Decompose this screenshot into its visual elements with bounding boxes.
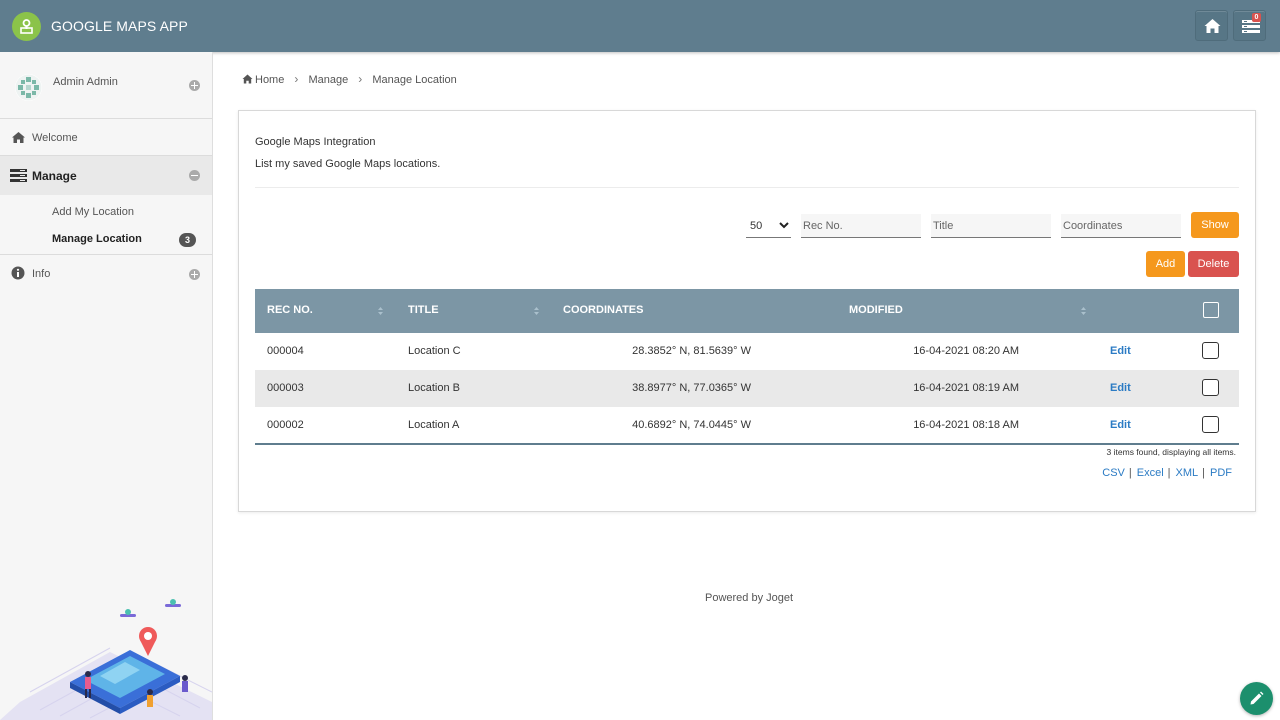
menu-stack-icon	[10, 169, 27, 182]
cell-rec-no: 000004	[267, 345, 304, 357]
sidebar-item-label: Info	[32, 268, 51, 280]
chevron-down-icon	[779, 222, 789, 229]
content-panel: Google Maps Integration List my saved Go…	[238, 110, 1256, 512]
export-excel-link[interactable]: Excel	[1137, 467, 1164, 479]
expand-plus-icon[interactable]	[189, 80, 200, 91]
map-illustration	[0, 599, 212, 720]
cell-modified: 16-04-2021 08:19 AM	[913, 382, 1019, 394]
cell-rec-no: 000003	[267, 382, 304, 394]
export-xml-link[interactable]: XML	[1176, 467, 1199, 479]
row-checkbox[interactable]	[1202, 342, 1219, 359]
chevron-right-icon: ›	[294, 72, 299, 86]
breadcrumb-current: Manage Location	[372, 74, 457, 86]
pencil-icon	[1250, 691, 1264, 705]
page-size-value: 50	[750, 220, 763, 232]
delete-button[interactable]: Delete	[1188, 251, 1239, 277]
row-checkbox[interactable]	[1202, 379, 1219, 396]
separator: |	[1128, 467, 1132, 479]
column-header-modified[interactable]: MODIFIED	[849, 304, 903, 316]
cell-modified: 16-04-2021 08:20 AM	[913, 345, 1019, 357]
breadcrumb-home[interactable]: Home	[255, 74, 284, 86]
rec-no-filter-input[interactable]	[801, 214, 921, 238]
coordinates-filter-input[interactable]	[1061, 214, 1181, 238]
sidebar-item-manage[interactable]: Manage	[0, 156, 212, 195]
manage-location-count-badge: 3	[179, 233, 196, 247]
page-description: List my saved Google Maps locations.	[255, 158, 441, 170]
sidebar-item-label: Manage	[32, 169, 77, 183]
home-icon	[12, 132, 25, 143]
inbox-count-badge: 0	[1252, 13, 1261, 22]
home-button[interactable]	[1195, 10, 1228, 41]
page-title: Google Maps Integration	[255, 136, 376, 148]
sidebar: Admin Admin Welcome Manage Add My Locati…	[0, 52, 213, 720]
edit-fab-button[interactable]	[1240, 682, 1273, 715]
collapse-minus-icon[interactable]	[189, 170, 200, 181]
cell-coordinates: 40.6892° N, 74.0445° W	[632, 419, 751, 431]
table-row: 000002 Location A 40.6892° N, 74.0445° W…	[255, 407, 1239, 444]
title-filter-input[interactable]	[931, 214, 1051, 238]
select-all-checkbox[interactable]	[1203, 302, 1219, 318]
table-header: REC NO. TITLE COORDINATES MODIFIED	[255, 289, 1239, 333]
cell-title: Location A	[408, 419, 460, 431]
user-profile[interactable]: Admin Admin	[0, 52, 212, 119]
export-links: CSV | Excel | XML | PDF	[1102, 467, 1232, 479]
table-row: 000003 Location B 38.8977° N, 77.0365° W…	[255, 370, 1239, 407]
cell-title: Location C	[408, 345, 461, 357]
table-bottom-border	[255, 443, 1239, 445]
expand-plus-icon[interactable]	[189, 269, 200, 280]
divider	[255, 187, 1239, 188]
cell-coordinates: 28.3852° N, 81.5639° W	[632, 345, 751, 357]
table-row: 000004 Location C 28.3852° N, 81.5639° W…	[255, 333, 1239, 370]
home-icon	[242, 74, 253, 84]
sort-icon[interactable]	[533, 306, 540, 316]
separator: |	[1202, 467, 1205, 479]
cell-coordinates: 38.8977° N, 77.0365° W	[632, 382, 751, 394]
cell-title: Location B	[408, 382, 460, 394]
info-icon	[11, 266, 25, 280]
column-header-rec-no[interactable]: REC NO.	[267, 304, 313, 316]
edit-link[interactable]: Edit	[1110, 345, 1131, 357]
footer-text: Powered by Joget	[705, 592, 794, 604]
sidebar-submenu: Add My Location Manage Location 3	[0, 195, 212, 255]
column-header-coordinates[interactable]: COORDINATES	[563, 304, 643, 316]
avatar	[15, 74, 42, 101]
breadcrumb-manage[interactable]: Manage	[308, 74, 348, 86]
sidebar-item-manage-location[interactable]: Manage Location	[52, 233, 142, 245]
column-header-title[interactable]: TITLE	[408, 304, 439, 316]
separator: |	[1167, 467, 1171, 479]
home-icon	[1204, 19, 1221, 33]
cell-modified: 16-04-2021 08:18 AM	[913, 419, 1019, 431]
edit-link[interactable]: Edit	[1110, 419, 1131, 431]
user-name: Admin Admin	[53, 76, 118, 88]
items-found-text: 3 items found, displaying all items.	[1106, 447, 1236, 457]
sidebar-item-add-my-location[interactable]: Add My Location	[52, 206, 134, 218]
sidebar-item-welcome[interactable]: Welcome	[0, 119, 212, 156]
sort-icon[interactable]	[377, 306, 384, 316]
row-checkbox[interactable]	[1202, 416, 1219, 433]
top-header: GOOGLE MAPS APP 0	[0, 0, 1280, 52]
export-csv-link[interactable]: CSV	[1102, 467, 1125, 479]
page-size-select[interactable]: 50	[746, 214, 791, 238]
export-pdf-link[interactable]: PDF	[1210, 467, 1232, 479]
breadcrumb: Home › Manage › Manage Location	[242, 72, 457, 86]
chevron-right-icon: ›	[358, 72, 363, 86]
app-title[interactable]: GOOGLE MAPS APP	[51, 18, 188, 34]
sidebar-item-info[interactable]: Info	[0, 255, 212, 293]
cell-rec-no: 000002	[267, 419, 304, 431]
show-button[interactable]: Show	[1191, 212, 1239, 238]
sidebar-item-label: Welcome	[32, 132, 78, 144]
edit-link[interactable]: Edit	[1110, 382, 1131, 394]
add-button[interactable]: Add	[1146, 251, 1185, 277]
app-logo-icon[interactable]	[12, 12, 41, 41]
inbox-button[interactable]: 0	[1233, 10, 1266, 41]
sort-icon[interactable]	[1080, 306, 1087, 316]
